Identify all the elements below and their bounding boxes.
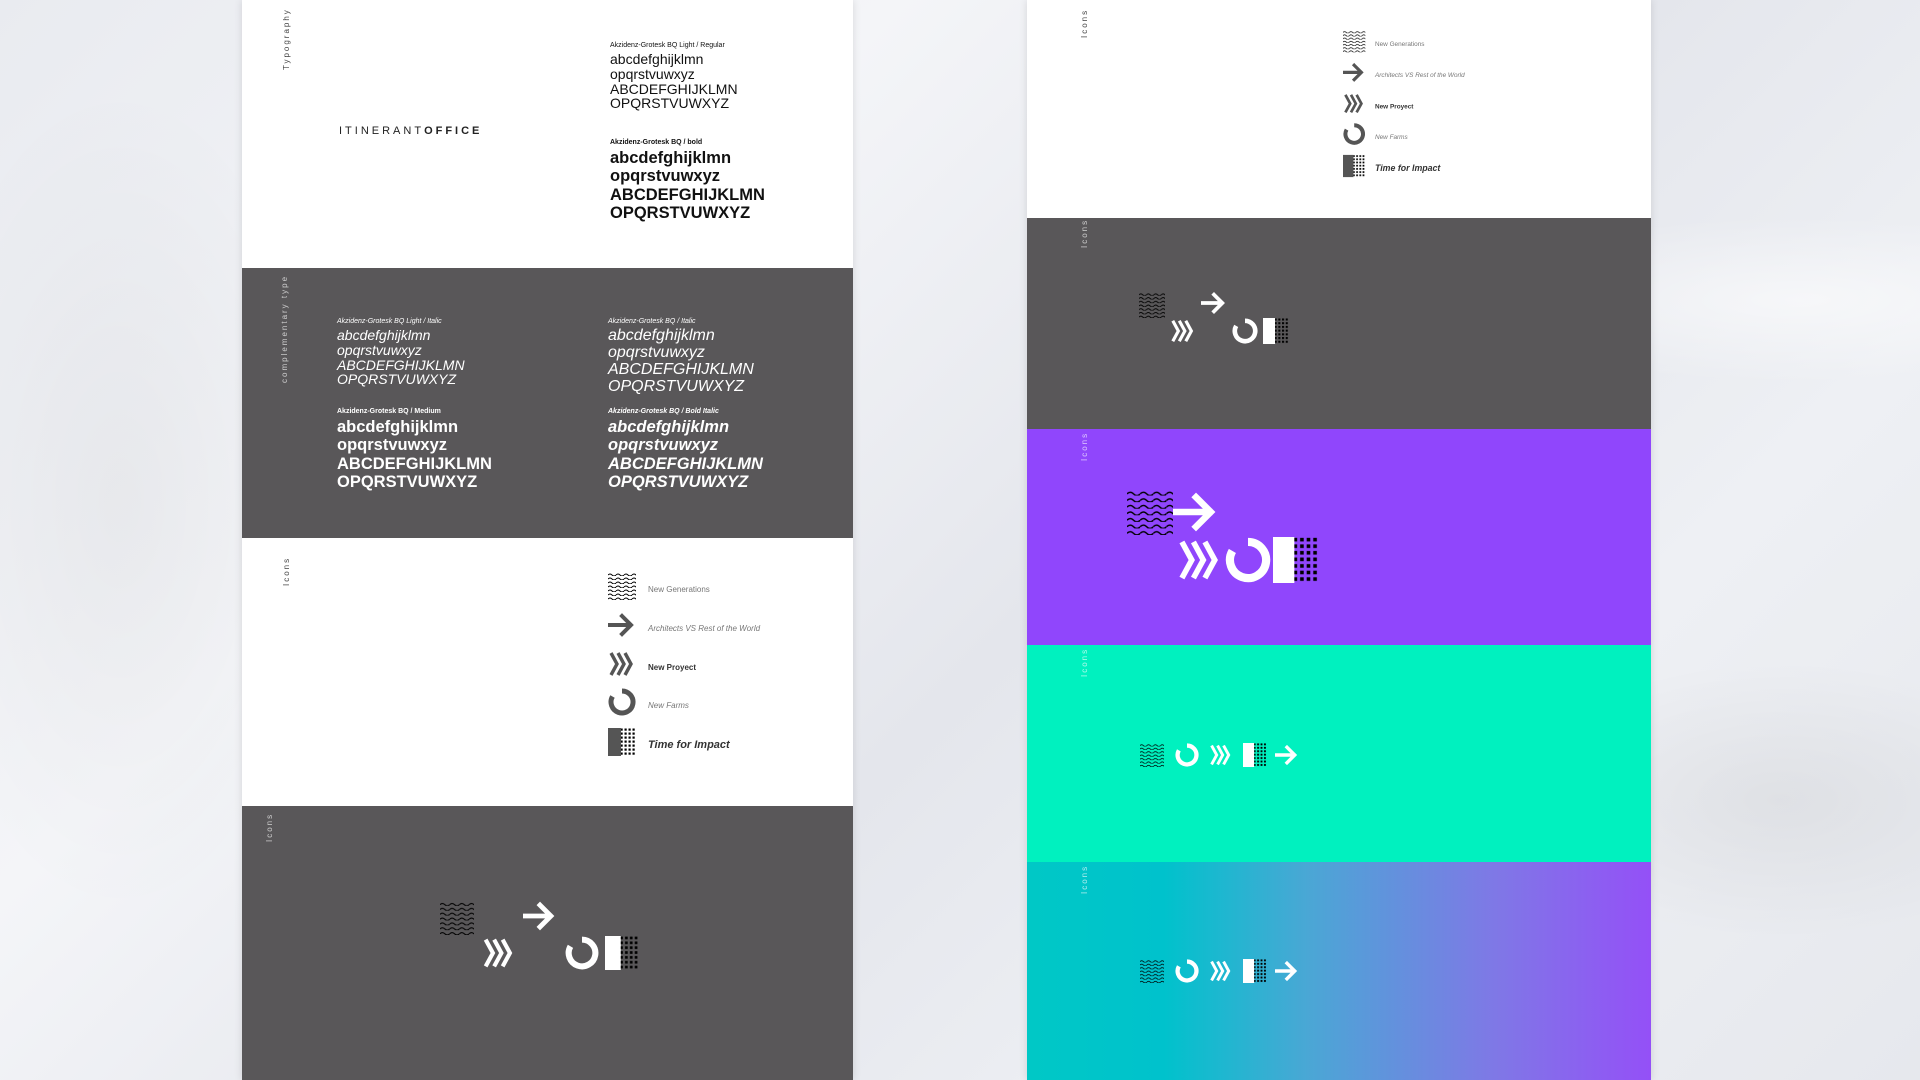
chevrons-icon bbox=[1209, 743, 1233, 767]
left-sheet: Typography ITINERANTOFFICE Akzidenz-Grot… bbox=[242, 0, 853, 1080]
icons-dark-panel-left: Icons bbox=[242, 806, 853, 1080]
typography-panel: Typography ITINERANTOFFICE Akzidenz-Grot… bbox=[242, 0, 853, 268]
dots-square-icon bbox=[605, 936, 639, 970]
chevrons-icon bbox=[1170, 318, 1196, 344]
section-label-icons: Icons bbox=[265, 812, 274, 842]
section-label-icons: Icons bbox=[1080, 864, 1089, 894]
ring-icon bbox=[608, 688, 636, 716]
waves-icon bbox=[1343, 30, 1365, 52]
section-label-icons: Icons bbox=[1080, 431, 1089, 461]
itinerant-office-logo: ITINERANTOFFICE bbox=[339, 125, 483, 137]
icons-legend-panel-right: Icons New Generations Architects VS Rest… bbox=[1027, 0, 1651, 218]
dots-square-icon bbox=[608, 728, 636, 756]
section-label-icons: Icons bbox=[1080, 8, 1089, 38]
ring-icon bbox=[1225, 537, 1271, 583]
right-sheet: Icons New Generations Architects VS Rest… bbox=[1027, 0, 1651, 1080]
waves-icon bbox=[1140, 959, 1164, 983]
ring-icon bbox=[1232, 318, 1258, 344]
complementary-type-panel: complementary type Akzidenz-Grotesk BQ L… bbox=[242, 268, 853, 538]
ring-icon bbox=[1343, 123, 1365, 145]
arrow-right-icon bbox=[523, 899, 557, 933]
chevrons-icon bbox=[1209, 959, 1233, 983]
arrow-right-icon bbox=[1173, 489, 1219, 535]
icons-dark-panel-right: Icons bbox=[1027, 218, 1651, 429]
section-label-icons: Icons bbox=[282, 556, 291, 586]
chevrons-icon bbox=[482, 936, 516, 970]
dots-square-icon bbox=[1243, 959, 1267, 983]
chevrons-icon bbox=[1343, 92, 1365, 114]
waves-icon bbox=[608, 572, 636, 600]
section-label-icons: Icons bbox=[1080, 218, 1089, 248]
icons-gradient-panel: Icons bbox=[1027, 862, 1651, 1080]
icons-purple-panel: Icons bbox=[1027, 429, 1651, 645]
dots-square-icon bbox=[1243, 743, 1267, 767]
icons-teal-panel: Icons bbox=[1027, 645, 1651, 862]
waves-icon bbox=[1139, 292, 1165, 318]
dots-square-icon bbox=[1263, 318, 1289, 344]
section-label-typography: Typography bbox=[282, 8, 291, 70]
chevrons-icon bbox=[1177, 537, 1223, 583]
dots-square-icon bbox=[1273, 537, 1319, 583]
section-label-complementary: complementary type bbox=[280, 274, 289, 383]
arrow-right-icon bbox=[1275, 959, 1299, 983]
arrow-right-icon bbox=[1343, 61, 1365, 83]
dots-square-icon bbox=[1343, 155, 1365, 177]
arrow-right-icon bbox=[1275, 743, 1299, 767]
waves-icon bbox=[440, 901, 474, 935]
specimen-bold-italic: Akzidenz-Grotesk BQ / Bold Italic abcdef… bbox=[608, 408, 763, 491]
waves-icon bbox=[1140, 743, 1164, 767]
specimen-bold: Akzidenz-Grotesk BQ / bold abcdefghijklm… bbox=[610, 139, 765, 222]
ring-icon bbox=[565, 936, 599, 970]
ring-icon bbox=[1175, 959, 1199, 983]
specimen-regular: Akzidenz-Grotesk BQ Light / Regular abcd… bbox=[610, 42, 738, 112]
ring-icon bbox=[1175, 743, 1199, 767]
specimen-light-italic: Akzidenz-Grotesk BQ Light / Italic abcde… bbox=[337, 318, 465, 388]
specimen-italic: Akzidenz-Grotesk BQ / Italic abcdefghijk… bbox=[608, 318, 754, 395]
section-label-icons: Icons bbox=[1080, 647, 1089, 677]
arrow-right-icon bbox=[608, 611, 636, 639]
arrow-right-icon bbox=[1201, 290, 1227, 316]
chevrons-icon bbox=[608, 650, 636, 678]
specimen-medium: Akzidenz-Grotesk BQ / Medium abcdefghijk… bbox=[337, 408, 492, 491]
icons-legend-panel-left: Icons New Generations Architects VS Rest… bbox=[242, 538, 853, 806]
waves-icon bbox=[1127, 489, 1173, 535]
